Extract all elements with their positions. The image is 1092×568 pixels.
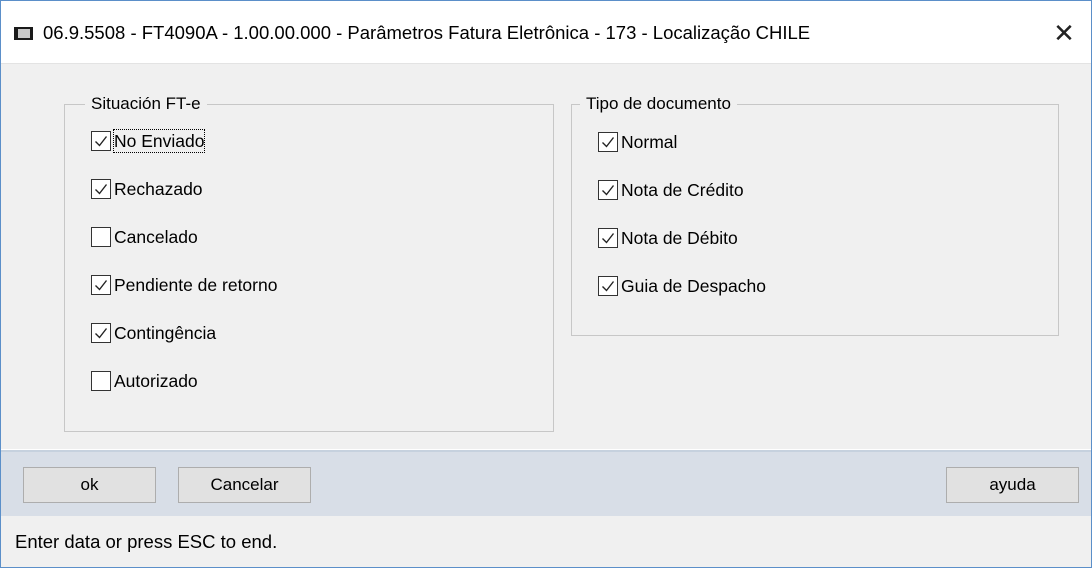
checkbox-nota-de-credito[interactable]: Nota de Crédito xyxy=(598,177,744,203)
checkbox-label: Rechazado xyxy=(114,179,203,199)
checkbox-label: Contingência xyxy=(114,323,217,343)
checkbox-autorizado[interactable]: Autorizado xyxy=(91,368,198,394)
checkbox-box[interactable] xyxy=(91,227,111,247)
checkmark-icon xyxy=(95,280,108,291)
checkbox-nota-de-debito[interactable]: Nota de Débito xyxy=(598,225,738,251)
status-bar: Enter data or press ESC to end. xyxy=(1,516,1091,567)
checkmark-icon xyxy=(602,281,615,292)
cancel-button[interactable]: Cancelar xyxy=(178,467,311,503)
checkbox-box[interactable] xyxy=(91,275,111,295)
checkbox-label: Pendiente de retorno xyxy=(114,275,278,295)
checkbox-label: Cancelado xyxy=(114,227,198,247)
ok-button[interactable]: ok xyxy=(23,467,156,503)
situacion-group-label: Situación FT-e xyxy=(85,93,207,115)
checkbox-label: Autorizado xyxy=(114,371,198,391)
situacion-group: Situación FT-e No Enviado Rechazado Canc… xyxy=(64,93,554,432)
checkbox-cancelado[interactable]: Cancelado xyxy=(91,224,198,250)
window-app-icon xyxy=(14,27,33,40)
checkbox-label: Nota de Débito xyxy=(621,228,738,248)
status-text: Enter data or press ESC to end. xyxy=(15,531,278,552)
close-button[interactable]: ✕ xyxy=(1045,15,1083,51)
checkbox-normal[interactable]: Normal xyxy=(598,129,677,155)
checkmark-icon xyxy=(95,136,108,147)
tipo-documento-group: Tipo de documento Normal Nota de Crédito… xyxy=(571,93,1059,336)
help-button[interactable]: ayuda xyxy=(946,467,1079,503)
tipo-documento-group-label: Tipo de documento xyxy=(580,93,737,115)
checkbox-box[interactable] xyxy=(598,228,618,248)
checkbox-guia-de-despacho[interactable]: Guia de Despacho xyxy=(598,273,766,299)
checkbox-box[interactable] xyxy=(91,131,111,151)
checkbox-contingencia[interactable]: Contingência xyxy=(91,320,216,346)
checkmark-icon xyxy=(602,137,615,148)
checkbox-box[interactable] xyxy=(91,179,111,199)
close-icon: ✕ xyxy=(1053,17,1075,48)
checkmark-icon xyxy=(602,185,615,196)
button-bar: ok Cancelar ayuda xyxy=(1,450,1091,516)
checkbox-label: No Enviado xyxy=(112,129,206,153)
checkbox-rechazado[interactable]: Rechazado xyxy=(91,176,203,202)
content-area: Situación FT-e No Enviado Rechazado Canc… xyxy=(1,64,1091,449)
checkmark-icon xyxy=(95,184,108,195)
checkbox-label: Guia de Despacho xyxy=(621,276,766,296)
checkbox-box[interactable] xyxy=(598,180,618,200)
checkbox-label: Normal xyxy=(621,132,678,152)
checkbox-label: Nota de Crédito xyxy=(621,180,744,200)
dialog-window: 06.9.5508 - FT4090A - 1.00.00.000 - Parâ… xyxy=(0,0,1092,568)
checkmark-icon xyxy=(602,233,615,244)
checkbox-pendiente-de-retorno[interactable]: Pendiente de retorno xyxy=(91,272,277,298)
window-title: 06.9.5508 - FT4090A - 1.00.00.000 - Parâ… xyxy=(43,22,811,43)
title-bar[interactable]: 06.9.5508 - FT4090A - 1.00.00.000 - Parâ… xyxy=(1,1,1091,64)
checkbox-box[interactable] xyxy=(91,323,111,343)
checkbox-box[interactable] xyxy=(598,132,618,152)
checkbox-no-enviado[interactable]: No Enviado xyxy=(91,128,206,154)
checkbox-box[interactable] xyxy=(598,276,618,296)
checkbox-box[interactable] xyxy=(91,371,111,391)
checkmark-icon xyxy=(95,328,108,339)
